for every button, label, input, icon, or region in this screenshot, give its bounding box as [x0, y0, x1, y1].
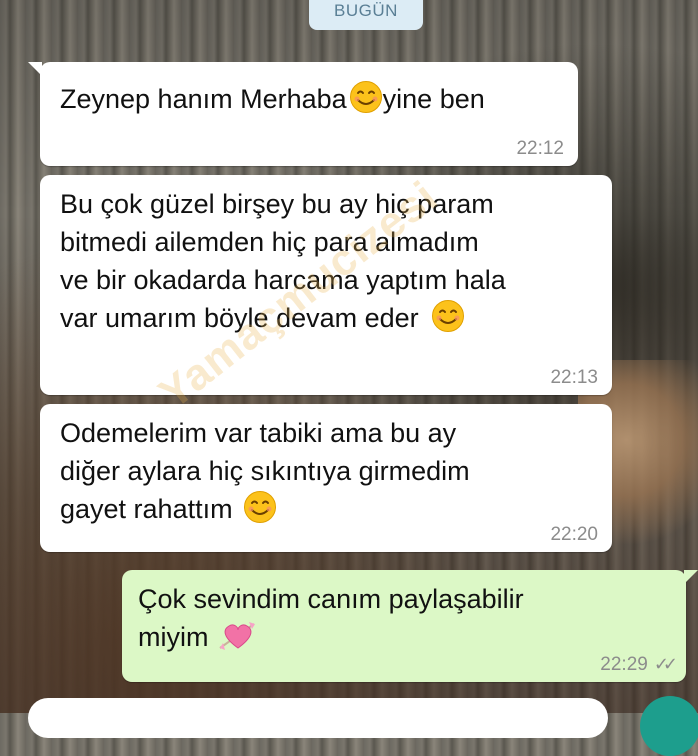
message-incoming[interactable]: Bu çok güzel birşey bu ay hiç param bitm… [40, 175, 612, 395]
message-line: miyim [138, 618, 668, 656]
message-time-text: 22:29 [600, 654, 648, 675]
message-line: gayet rahattım [60, 490, 594, 528]
send-button[interactable] [640, 696, 698, 756]
message-line: var umarım böyle devam eder [60, 299, 594, 337]
message-time: 22:20 [550, 524, 598, 545]
message-text-part: Zeynep hanım Merhaba [60, 84, 347, 114]
heart-with-arrow-icon [219, 622, 256, 650]
double-check-icon: ✓✓ [653, 654, 678, 674]
message-text-part: gayet rahattım [60, 494, 233, 524]
message-line: diğer aylara hiç sıkıntıya girmedim [60, 456, 470, 486]
message-time: 22:13 [550, 367, 598, 388]
message-incoming[interactable]: Zeynep hanım Merhaba yine ben 22:12 [28, 62, 578, 166]
message-line: Bu çok güzel birşey bu ay hiç param [60, 189, 494, 219]
smiling-face-icon [243, 491, 276, 523]
message-time: 22:29 ✓✓ [600, 653, 678, 676]
message-line: Odemelerim var tabiki ama bu ay [60, 418, 457, 448]
message-line: ve bir okadarda harcama yaptım hala [60, 265, 506, 295]
message-text-part: var umarım böyle devam eder [60, 303, 419, 333]
smiling-face-icon [431, 300, 464, 332]
message-incoming[interactable]: Odemelerim var tabiki ama bu ay diğer ay… [40, 404, 612, 552]
message-line: Çok sevindim canım paylaşabilir [138, 584, 524, 614]
message-text-part: yine ben [382, 84, 485, 114]
message-text: Zeynep hanım Merhaba yine ben [60, 80, 560, 118]
message-line: bitmedi ailemden hiç para almadım [60, 227, 479, 257]
message-text-part: miyim [138, 622, 209, 652]
smiling-face-icon [349, 81, 382, 113]
message-outgoing[interactable]: Çok sevindim canım paylaşabilir miyim 22… [122, 570, 698, 682]
date-divider: BUGÜN [309, 0, 423, 30]
message-input[interactable] [28, 698, 608, 738]
date-divider-label: BUGÜN [334, 1, 398, 20]
message-time: 22:12 [516, 138, 564, 159]
